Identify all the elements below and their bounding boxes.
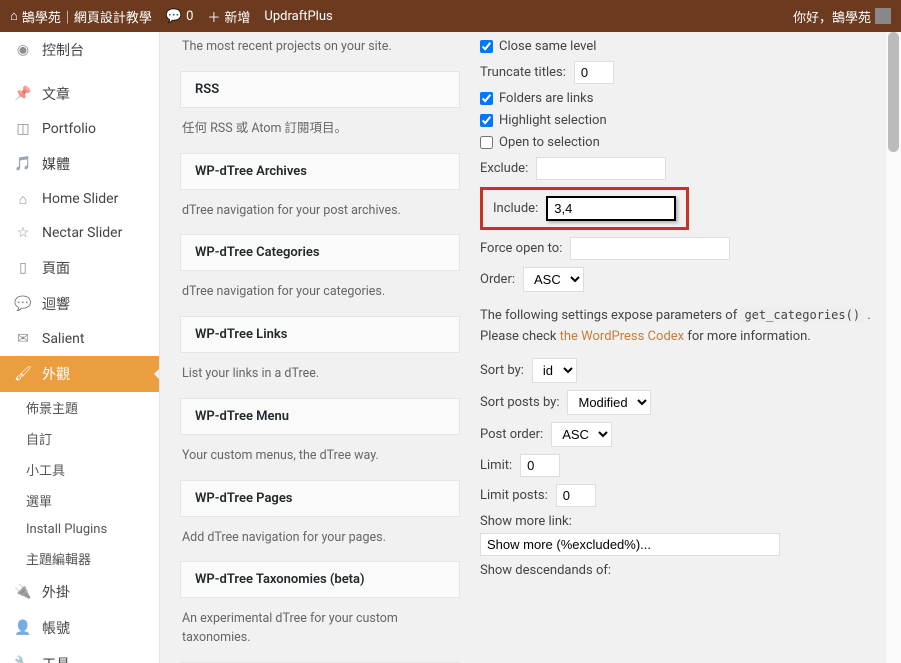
home-icon[interactable]: ⌂ 鵠學苑｜網頁設計教學 — [10, 7, 152, 26]
greeting-link[interactable]: 你好，鵠學苑 — [793, 7, 891, 26]
widget-links[interactable]: WP-dTree Links — [180, 316, 460, 353]
exclude-input[interactable] — [536, 157, 666, 180]
widget-categories[interactable]: WP-dTree Categories — [180, 234, 460, 271]
limitposts-input[interactable] — [556, 484, 596, 507]
portfolio-icon: ◫ — [14, 120, 32, 138]
widget-rss[interactable]: RSS — [180, 71, 460, 108]
descendants-label: Show descendands of: — [480, 563, 611, 578]
nav-portfolio[interactable]: ◫Portfolio — [0, 112, 159, 146]
widget-desc: An experimental dTree for your custom ta… — [180, 604, 460, 662]
limit-label: Limit: — [480, 458, 512, 473]
widget-archives[interactable]: WP-dTree Archives — [180, 153, 460, 190]
nav-tools[interactable]: 🔧工具 — [0, 646, 159, 663]
nav-media[interactable]: 🎵媒體 — [0, 146, 159, 182]
widget-pages[interactable]: WP-dTree Pages — [180, 480, 460, 517]
order-label: Order: — [480, 272, 515, 287]
pin-icon: 📌 — [14, 85, 32, 103]
force-input[interactable] — [570, 237, 730, 260]
new-link[interactable]: ＋ 新增 — [207, 7, 250, 26]
scroll-thumb[interactable] — [888, 32, 899, 152]
widget-desc: Your custom menus, the dTree way. — [180, 441, 460, 480]
include-label: Include: — [493, 201, 538, 216]
envelope-icon: ✉ — [14, 330, 32, 348]
limitposts-label: Limit posts: — [480, 488, 548, 503]
nav-users[interactable]: 👤帳號 — [0, 610, 159, 646]
avatar — [875, 8, 891, 24]
force-label: Force open to: — [480, 241, 562, 256]
user-icon: 👤 — [14, 619, 32, 637]
nav-sub-widgets[interactable]: 小工具 — [0, 454, 159, 485]
plugin-icon: 🔌 — [14, 583, 32, 601]
dashboard-icon: ◉ — [14, 41, 32, 59]
nav-appearance[interactable]: 🖌外觀 — [0, 356, 159, 392]
widgets-column: The most recent projects on your site. R… — [180, 32, 460, 643]
comments-icon: 💬 — [14, 295, 32, 313]
nav-sub-menus[interactable]: 選單 — [0, 485, 159, 516]
nav-sub-customize[interactable]: 自訂 — [0, 423, 159, 454]
widget-desc: The most recent projects on your site. — [180, 32, 460, 71]
nav-plugins[interactable]: 🔌外掛 — [0, 574, 159, 610]
star-icon: ☆ — [14, 224, 32, 242]
truncate-label: Truncate titles: — [480, 65, 566, 80]
sortby-label: Sort by: — [480, 363, 524, 378]
postorder-select[interactable]: ASC — [551, 422, 612, 447]
nav-posts[interactable]: 📌文章 — [0, 76, 159, 112]
widget-desc: dTree navigation for your categories. — [180, 277, 460, 316]
showmore-label: Show more link: — [480, 514, 881, 529]
limit-input[interactable] — [520, 454, 560, 477]
nav-pages[interactable]: ▯頁面 — [0, 250, 159, 286]
nav-salient[interactable]: ✉Salient — [0, 322, 159, 356]
nav-sub-themes[interactable]: 佈景主題 — [0, 392, 159, 423]
wrench-icon: 🔧 — [14, 655, 32, 663]
truncate-input[interactable] — [574, 61, 614, 84]
nav-comments[interactable]: 💬迴響 — [0, 286, 159, 322]
widget-taxonomies[interactable]: WP-dTree Taxonomies (beta) — [180, 561, 460, 598]
home-icon: ⌂ — [14, 190, 32, 208]
updraft-link[interactable]: UpdraftPlus — [264, 9, 332, 24]
folders-links-checkbox[interactable]: Folders are links — [480, 91, 593, 106]
nav-sub-install-plugins[interactable]: Install Plugins — [0, 516, 159, 543]
nav-sub-editor[interactable]: 主題編輯器 — [0, 543, 159, 574]
nav-home-slider[interactable]: ⌂Home Slider — [0, 182, 159, 216]
postorder-label: Post order: — [480, 427, 543, 442]
sortposts-select[interactable]: Modified — [567, 390, 651, 415]
nav-nectar-slider[interactable]: ☆Nectar Slider — [0, 216, 159, 250]
info-text: The following settings expose parameters… — [480, 306, 881, 348]
pages-icon: ▯ — [14, 259, 32, 277]
sortposts-label: Sort posts by: — [480, 395, 559, 410]
widget-desc: Add dTree navigation for your pages. — [180, 523, 460, 562]
sortby-select[interactable]: id — [532, 358, 577, 383]
close-same-checkbox[interactable]: Close same level — [480, 39, 596, 54]
widget-settings: Close same level Truncate titles: Folder… — [480, 32, 881, 643]
widget-desc: List your links in a dTree. — [180, 359, 460, 398]
widget-desc: dTree navigation for your post archives. — [180, 196, 460, 235]
widget-desc: 任何 RSS 或 Atom 訂閱項目。 — [180, 114, 460, 153]
order-select[interactable]: ASC — [523, 267, 584, 292]
media-icon: 🎵 — [14, 155, 32, 173]
widget-menu[interactable]: WP-dTree Menu — [180, 398, 460, 435]
showmore-input[interactable] — [480, 533, 780, 556]
comments-icon[interactable]: 💬 0 — [166, 9, 194, 24]
highlight-checkbox[interactable]: Highlight selection — [480, 113, 607, 128]
scrollbar[interactable] — [886, 32, 901, 663]
admin-sidebar: ◉控制台 📌文章 ◫Portfolio 🎵媒體 ⌂Home Slider ☆Ne… — [0, 32, 160, 663]
exclude-label: Exclude: — [480, 161, 528, 176]
nav-dashboard[interactable]: ◉控制台 — [0, 32, 159, 68]
include-input[interactable] — [546, 196, 676, 221]
open-sel-checkbox[interactable]: Open to selection — [480, 135, 600, 150]
include-highlight: Include: — [480, 187, 689, 230]
brush-icon: 🖌 — [14, 365, 32, 383]
codex-link[interactable]: the WordPress Codex — [560, 329, 684, 344]
